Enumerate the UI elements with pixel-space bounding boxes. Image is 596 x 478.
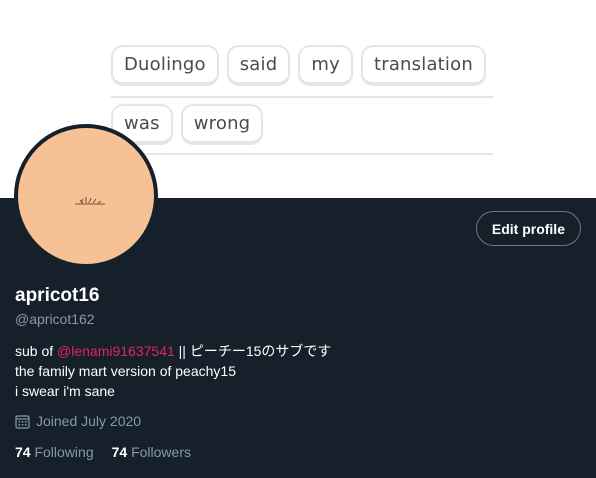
bio-text: sub of — [15, 343, 58, 359]
joined-text: Joined July 2020 — [36, 413, 142, 429]
user-handle: @apricot162 — [15, 311, 95, 327]
avatar-doodle-icon — [75, 197, 105, 205]
calendar-icon — [15, 414, 30, 429]
bio-line-3: i swear i'm sane — [15, 383, 115, 399]
profile-bio: sub of @lenami91637541 || ピーチー15のサブです th… — [15, 341, 331, 401]
bio-line-1: sub of @lenami91637541 || ピーチー15のサブです — [15, 341, 331, 361]
answer-line — [111, 153, 493, 155]
bio-text: || ピーチー15のサブです — [174, 343, 332, 359]
word-chip: wrong — [180, 104, 264, 145]
word-chip: my — [298, 45, 353, 86]
word-bank-row-1: Duolingo said my translation — [111, 45, 486, 86]
word-chip: said — [226, 45, 291, 86]
followers-link[interactable]: 74 Followers — [112, 444, 191, 460]
word-chip: translation — [360, 45, 486, 86]
followers-label: Followers — [131, 444, 191, 460]
avatar[interactable] — [14, 124, 158, 268]
bio-line-2: the family mart version of peachy15 — [15, 363, 236, 379]
bio-mention-link[interactable]: @lenami91637541 — [57, 343, 175, 359]
joined-date: Joined July 2020 — [15, 413, 141, 429]
answer-line — [111, 96, 493, 98]
edit-profile-button[interactable]: Edit profile — [475, 211, 581, 246]
following-link[interactable]: 74 Following — [15, 444, 94, 460]
following-label: Following — [34, 444, 94, 460]
followers-count: 74 — [111, 444, 128, 460]
following-count: 74 — [15, 444, 31, 460]
word-chip: Duolingo — [111, 45, 219, 86]
profile-section: Edit profile apricot16 @apricot162 sub o… — [0, 124, 596, 478]
display-name: apricot16 — [15, 285, 100, 306]
word-bank-row-2: was wrong — [111, 104, 264, 145]
follow-stats: 74 Following 74 Followers — [15, 444, 191, 460]
